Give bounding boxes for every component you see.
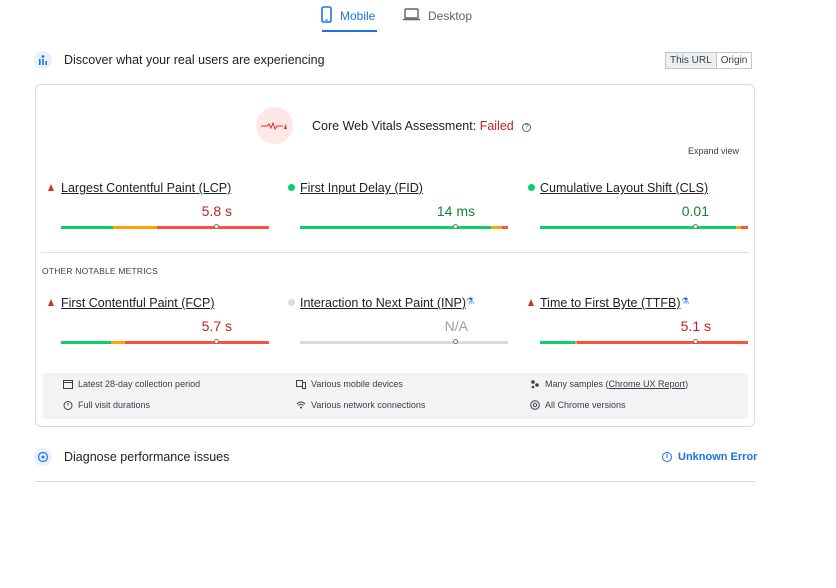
wifi-icon (296, 400, 306, 410)
devices-text: Various mobile devices (311, 379, 403, 389)
fcp-percentile-marker (214, 339, 219, 344)
poor-triangle-icon (528, 299, 534, 306)
lcp-label[interactable]: Largest Contentful Paint (LCP) (61, 181, 231, 195)
help-icon[interactable]: ? (522, 123, 532, 132)
network-info: Various network connections (296, 400, 425, 410)
unknown-error-status[interactable]: i Unknown Error (662, 451, 757, 463)
cls-distribution-bar (540, 226, 748, 229)
inp-label-text: Interaction to Next Paint (INP) (300, 296, 467, 310)
poor-triangle-icon (48, 299, 54, 306)
samples-info: Many samples (Chrome UX Report) (530, 379, 688, 389)
field-data-title: Discover what your real users are experi… (64, 53, 325, 67)
lcp-percentile-marker (214, 224, 219, 229)
assessment-failed-icon (256, 107, 293, 144)
tab-label: Mobile (340, 9, 376, 23)
tab-mobile[interactable]: Mobile (321, 0, 377, 32)
good-dot-icon (288, 184, 295, 191)
inp-label[interactable]: Interaction to Next Paint (INP) (300, 296, 466, 310)
ttfb-label[interactable]: Time to First Byte (TTFB) (540, 296, 681, 310)
url-origin-toggle: This URL Origin (665, 52, 753, 69)
tab-label: Desktop (428, 9, 473, 23)
tab-active-indicator (322, 30, 377, 32)
calendar-icon (63, 379, 73, 389)
good-dot-icon (528, 184, 535, 191)
cls-percentile-marker (693, 224, 698, 229)
visit-durations-text: Full visit durations (78, 400, 151, 410)
section-divider (35, 481, 755, 482)
section-divider (41, 252, 749, 253)
chrome-ux-report-link[interactable]: Chrome UX Report (609, 379, 686, 389)
cls-label[interactable]: Cumulative Layout Shift (CLS) (540, 181, 708, 195)
fid-percentile-marker (453, 224, 458, 229)
network-text: Various network connections (311, 400, 426, 410)
cls-value: 0.01 (681, 203, 709, 219)
field-data-icon (34, 51, 52, 69)
chrome-icon (530, 400, 540, 410)
fid-distribution-bar (300, 226, 508, 229)
this-url-button[interactable]: This URL (666, 53, 716, 68)
lcp-distribution-bar (61, 226, 269, 229)
unknown-error-text: Unknown Error (678, 451, 758, 463)
assessment-status: Failed (479, 119, 514, 133)
chrome-versions-text: All Chrome versions (545, 400, 626, 410)
inp-value: N/A (444, 318, 468, 334)
stopwatch-icon (63, 400, 73, 410)
inp-distribution-bar (300, 341, 508, 344)
poor-triangle-icon (48, 184, 54, 191)
devices-icon (296, 379, 306, 389)
phone-icon (321, 6, 332, 26)
fid-label[interactable]: First Input Delay (FID) (300, 181, 423, 195)
tab-desktop[interactable]: Desktop (403, 0, 473, 32)
experimental-flask-icon: ⚗ (681, 296, 690, 306)
diagnose-icon (34, 448, 52, 466)
fcp-value: 5.7 s (201, 318, 232, 334)
assessment-label: Core Web Vitals Assessment: (312, 119, 477, 133)
fcp-label[interactable]: First Contentful Paint (FCP) (61, 296, 215, 310)
fid-value: 14 ms (436, 203, 475, 219)
other-metrics-heading: OTHER NOTABLE METRICS (42, 266, 158, 276)
na-dot-icon (288, 299, 295, 306)
visit-durations-info: Full visit durations (63, 400, 150, 410)
collection-period-text: Latest 28-day collection period (78, 379, 201, 389)
assessment-text: Core Web Vitals Assessment: Failed ? (312, 119, 532, 133)
ttfb-percentile-marker (693, 339, 698, 344)
expand-view-link[interactable]: Expand view (688, 146, 739, 156)
users-icon (530, 379, 540, 389)
origin-button[interactable]: Origin (715, 53, 752, 68)
info-icon: i (662, 452, 672, 462)
collection-period-info: Latest 28-day collection period (63, 379, 200, 389)
lcp-value: 5.8 s (201, 203, 232, 219)
devices-info: Various mobile devices (296, 379, 403, 389)
samples-text: Many samples (Chrome UX Report) (545, 379, 689, 389)
experimental-flask-icon: ⚗ (466, 296, 475, 306)
fcp-distribution-bar (61, 341, 269, 344)
laptop-icon (403, 8, 420, 24)
ttfb-distribution-bar (540, 341, 748, 344)
diagnose-title: Diagnose performance issues (64, 450, 230, 464)
inp-percentile-marker (453, 339, 458, 344)
chrome-versions-info: All Chrome versions (530, 400, 626, 410)
ttfb-value: 5.1 s (680, 318, 711, 334)
